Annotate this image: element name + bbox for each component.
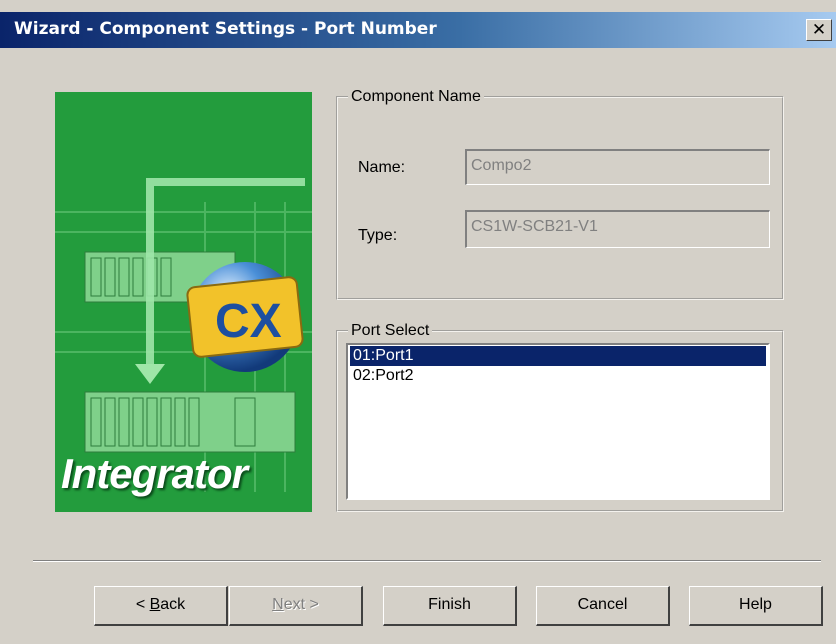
back-label-mnemonic: B: [149, 596, 161, 613]
list-item-port2[interactable]: 02:Port2: [350, 366, 766, 386]
plc-rack-lower: [84, 391, 296, 453]
cx-logo-text: CX: [215, 295, 282, 348]
name-field[interactable]: Compo2: [465, 149, 770, 185]
close-icon: ✕: [811, 20, 827, 40]
back-label-rest: ack: [160, 596, 186, 613]
cancel-button[interactable]: Cancel: [536, 586, 670, 626]
title-bar[interactable]: Wizard - Component Settings - Port Numbe…: [0, 12, 836, 48]
finish-button[interactable]: Finish: [383, 586, 517, 626]
separator-line: [33, 560, 821, 562]
port-select-legend: Port Select: [351, 322, 430, 339]
next-label-rest: ext >: [283, 596, 319, 613]
help-button[interactable]: Help: [689, 586, 823, 626]
component-name-legend: Component Name: [351, 88, 481, 105]
next-label-mnemonic: N: [272, 596, 284, 613]
back-button[interactable]: < Back: [94, 586, 228, 626]
list-item-port1[interactable]: 01:Port1: [350, 346, 766, 366]
back-label-prefix: <: [135, 596, 150, 613]
wizard-banner-image: CX Integrator: [55, 92, 312, 512]
wizard-dialog: Wizard - Component Settings - Port Numbe…: [0, 0, 836, 644]
type-field[interactable]: CS1W-SCB21-V1: [465, 210, 770, 248]
name-label: Name:: [358, 159, 406, 176]
next-button[interactable]: Next >: [229, 586, 363, 626]
window-title: Wizard - Component Settings - Port Numbe…: [14, 19, 437, 39]
type-label: Type:: [358, 227, 398, 244]
close-button[interactable]: ✕: [806, 19, 832, 41]
integrator-artwork: CX: [55, 92, 312, 512]
component-name-group: Component Name: [336, 88, 784, 300]
cx-logo-badge: CX: [186, 276, 304, 358]
port-listbox[interactable]: 01:Port1 02:Port2: [346, 343, 770, 500]
brand-name: Integrator: [61, 450, 248, 497]
